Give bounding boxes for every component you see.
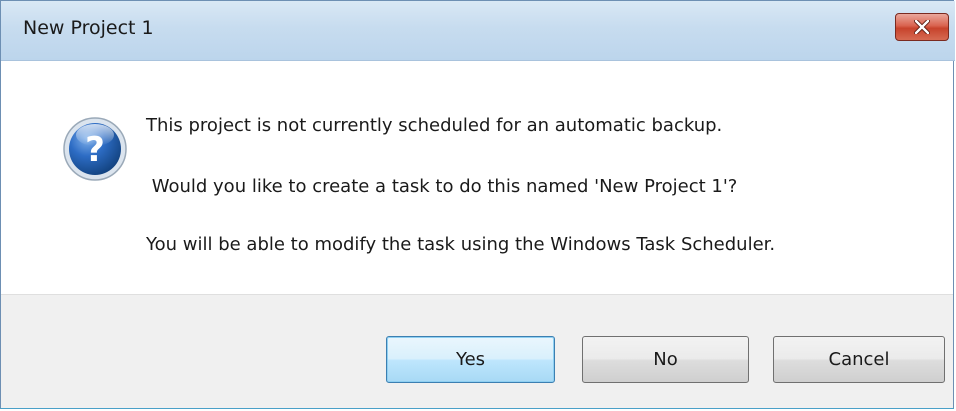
title-bar[interactable]: New Project 1 xyxy=(1,1,955,61)
cancel-button[interactable]: Cancel xyxy=(773,336,945,383)
dialog-window: New Project 1 ? This project is not curr… xyxy=(0,0,955,409)
close-button[interactable] xyxy=(895,13,949,41)
question-icon: ? xyxy=(63,117,127,181)
yes-button[interactable]: Yes xyxy=(386,336,555,383)
message-line-2: Would you like to create a task to do th… xyxy=(146,176,738,197)
button-bar: Yes No Cancel xyxy=(1,294,953,408)
message-line-3: You will be able to modify the task usin… xyxy=(146,234,776,255)
message-line-1: This project is not currently scheduled … xyxy=(146,115,723,136)
question-glyph: ? xyxy=(85,130,105,170)
no-button[interactable]: No xyxy=(582,336,749,383)
window-title: New Project 1 xyxy=(23,17,154,39)
message-area: ? This project is not currently schedule… xyxy=(1,61,953,294)
close-icon xyxy=(914,20,930,34)
